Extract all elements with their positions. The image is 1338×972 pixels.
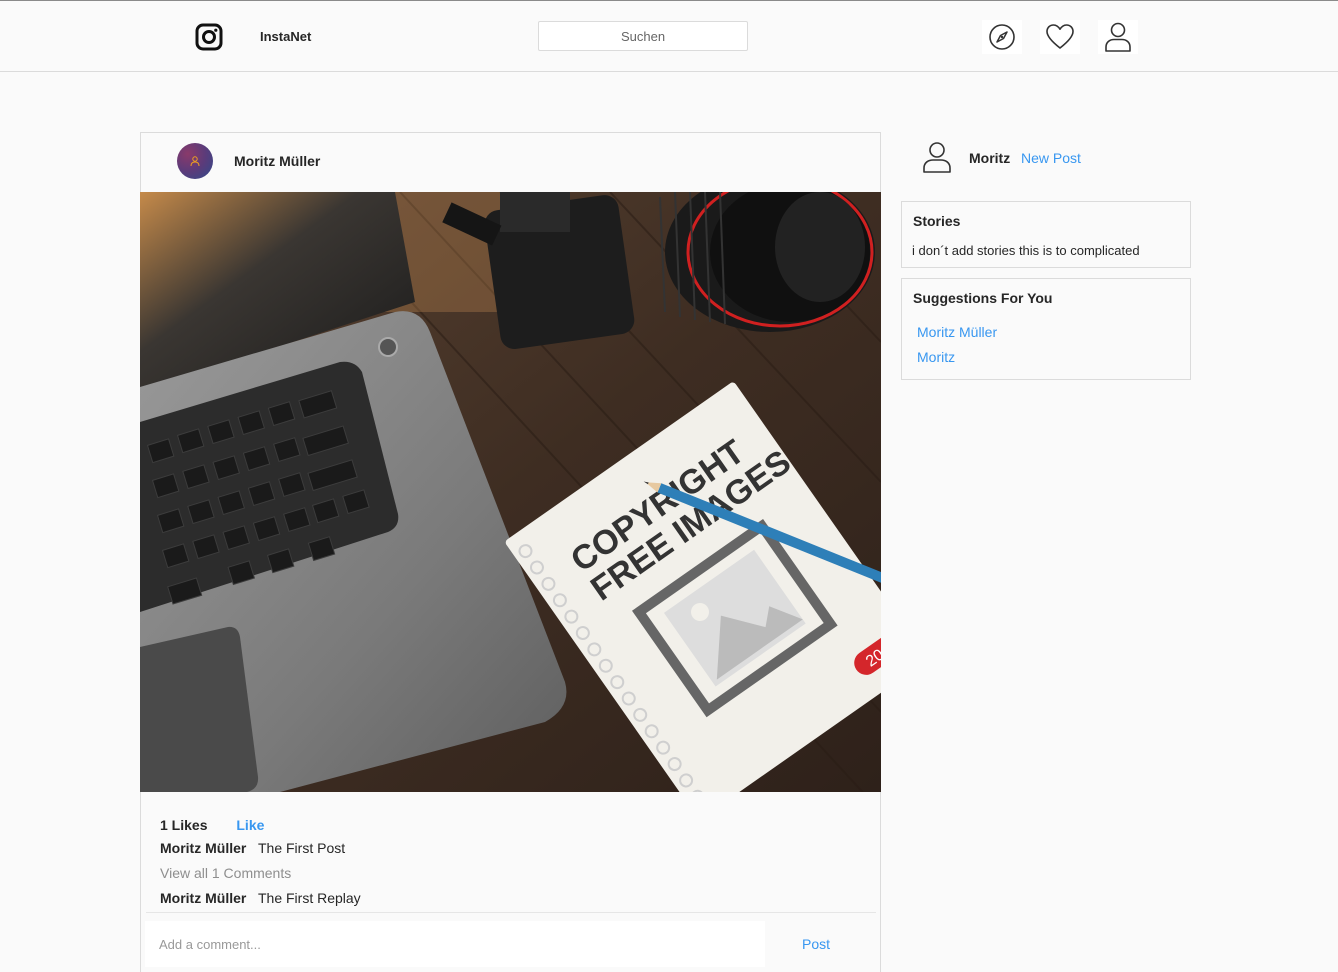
stories-text: i don´t add stories this is to complicat… <box>912 243 1140 258</box>
post-image[interactable]: COPYRIGHT FREE IMAGES 2019 <box>140 192 881 792</box>
comment-input[interactable] <box>145 921 765 967</box>
activity-button[interactable] <box>1040 20 1080 54</box>
new-post-link[interactable]: New Post <box>1021 150 1081 166</box>
post-author[interactable]: Moritz Müller <box>234 153 320 169</box>
brand-name[interactable]: InstaNet <box>260 29 311 44</box>
sidebar-user-icon[interactable] <box>921 140 953 174</box>
stories-title: Stories <box>913 213 961 229</box>
suggestions-card: Suggestions For You Moritz Müller Moritz <box>901 278 1191 380</box>
post-card: Moritz Müller COPYRIGHT FREE IMAGES 2019… <box>140 132 881 972</box>
likes-count: 1 Likes <box>160 817 208 833</box>
caption-text: The First Post <box>257 840 346 856</box>
compass-icon <box>989 24 1015 50</box>
suggestion-item[interactable]: Moritz <box>917 349 955 365</box>
suggestions-title: Suggestions For You <box>913 290 1053 306</box>
explore-button[interactable] <box>982 20 1022 54</box>
heart-icon <box>1046 24 1074 49</box>
post-comment-button[interactable]: Post <box>802 936 830 952</box>
comment-author[interactable]: Moritz Müller <box>160 890 246 906</box>
divider <box>146 912 876 913</box>
post-header: Moritz Müller <box>141 133 882 192</box>
view-all-comments-link[interactable]: View all 1 Comments <box>160 865 291 881</box>
search-input[interactable] <box>538 21 748 51</box>
caption: Moritz Müller The First Post <box>160 840 345 856</box>
suggestion-item[interactable]: Moritz Müller <box>917 324 997 340</box>
top-navbar: InstaNet <box>0 0 1338 72</box>
sidebar-username[interactable]: Moritz <box>969 150 1010 166</box>
comment-text: The First Replay <box>257 890 361 906</box>
instagram-logo-icon[interactable] <box>194 22 224 52</box>
avatar-user-icon <box>190 156 200 167</box>
likes-row: 1 Likes Like <box>160 817 264 833</box>
profile-button[interactable] <box>1098 20 1138 54</box>
like-button[interactable]: Like <box>236 817 264 833</box>
avatar[interactable] <box>177 143 213 179</box>
caption-author[interactable]: Moritz Müller <box>160 840 246 856</box>
stories-card: Stories i don´t add stories this is to c… <box>901 201 1191 268</box>
comment-item: Moritz Müller The First Replay <box>160 890 361 906</box>
user-icon <box>1105 22 1131 52</box>
